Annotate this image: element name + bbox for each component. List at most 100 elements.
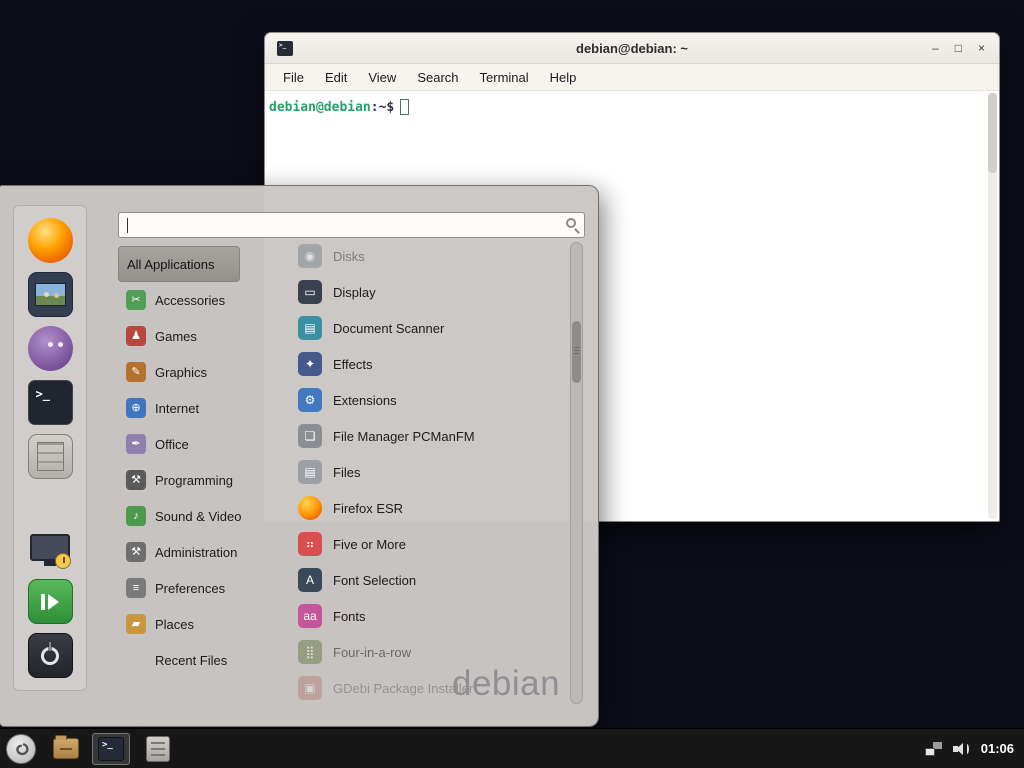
- window-controls: – □ ×: [932, 41, 999, 55]
- preferences-icon: ≡: [126, 578, 146, 598]
- gdebi-icon: ▣: [298, 676, 322, 700]
- app-item-extensions[interactable]: ⚙ Extensions: [288, 382, 568, 418]
- menu-launcher-button[interactable]: [6, 734, 36, 764]
- graphics-icon: ✎: [126, 362, 146, 382]
- menu-search[interactable]: Search: [417, 70, 458, 85]
- file-cabinet-icon[interactable]: [28, 434, 73, 479]
- search-bar: [118, 212, 585, 238]
- app-label: Disks: [333, 249, 365, 264]
- app-label: Extensions: [333, 393, 397, 408]
- shutdown-icon[interactable]: [28, 633, 73, 678]
- panel-clock[interactable]: 01:06: [981, 741, 1014, 756]
- category-label: Administration: [155, 545, 237, 560]
- apps-scrollbar[interactable]: [570, 242, 583, 704]
- volume-icon[interactable]: [953, 742, 970, 756]
- office-icon: ✒: [126, 434, 146, 454]
- terminal-app-icon: >_: [277, 41, 293, 56]
- app-item-files[interactable]: ▤ Files: [288, 454, 568, 490]
- app-item-display[interactable]: ▭ Display: [288, 274, 568, 310]
- app-label: Four-in-a-row: [333, 645, 411, 660]
- category-programming[interactable]: ⚒ Programming: [118, 462, 278, 498]
- app-item-file-manager-pcmanfm[interactable]: ❏ File Manager PCManFM: [288, 418, 568, 454]
- menu-file[interactable]: File: [283, 70, 304, 85]
- five-or-more-icon: ⠶: [298, 532, 322, 556]
- maximize-button[interactable]: □: [955, 41, 962, 55]
- panel-status-area: 01:06: [925, 741, 1024, 756]
- network-icon[interactable]: [925, 742, 942, 756]
- firefox-icon[interactable]: [28, 218, 73, 263]
- prompt-dollar: $: [386, 100, 394, 115]
- font-selection-icon: A: [298, 568, 322, 592]
- firefox-esr-icon: [298, 496, 322, 520]
- debian-swirl-icon: [12, 740, 30, 758]
- display-icon: ▭: [298, 280, 322, 304]
- terminal-scrollbar[interactable]: [988, 93, 997, 519]
- search-input[interactable]: [119, 213, 584, 237]
- app-item-disks[interactable]: ◉ Disks: [288, 238, 568, 274]
- file-manager-icon: ❏: [298, 424, 322, 448]
- category-administration[interactable]: ⚒ Administration: [118, 534, 278, 570]
- terminal-scrollbar-thumb[interactable]: [988, 93, 997, 173]
- terminal-cursor: [400, 99, 409, 115]
- administration-icon: ⚒: [126, 542, 146, 562]
- games-icon: ♟: [126, 326, 146, 346]
- terminal-taskbar-icon: >_: [98, 737, 124, 761]
- terminal-menubar: File Edit View Search Terminal Help: [265, 64, 999, 91]
- pidgin-icon-eyes-art: [48, 342, 53, 347]
- accessories-icon: ✂: [126, 290, 146, 310]
- terminal-prompt: debian@debian:~$: [269, 99, 985, 115]
- app-label: Files: [333, 465, 360, 480]
- app-item-font-selection[interactable]: A Font Selection: [288, 562, 568, 598]
- terminal-favorite-icon[interactable]: >_: [28, 380, 73, 425]
- terminal-title: debian@debian: ~: [265, 41, 999, 56]
- category-preferences[interactable]: ≡ Preferences: [118, 570, 278, 606]
- category-label: Programming: [155, 473, 233, 488]
- prompt-colon: :: [371, 100, 379, 115]
- terminal-titlebar[interactable]: >_ debian@debian: ~ – □ ×: [265, 33, 999, 64]
- menu-edit[interactable]: Edit: [325, 70, 347, 85]
- debian-watermark: debian: [452, 664, 560, 704]
- category-places[interactable]: ▰ Places: [118, 606, 278, 642]
- category-accessories[interactable]: ✂ Accessories: [118, 282, 278, 318]
- app-item-document-scanner[interactable]: ▤ Document Scanner: [288, 310, 568, 346]
- prompt-user-host: debian@debian: [269, 100, 371, 115]
- apps-scrollbar-thumb[interactable]: [572, 321, 581, 383]
- close-button[interactable]: ×: [978, 41, 985, 55]
- lock-screen-clock-art: [55, 553, 71, 569]
- file-cabinet-icon-art: [37, 442, 64, 471]
- category-label: Internet: [155, 401, 199, 416]
- category-all-applications[interactable]: All Applications: [118, 246, 240, 282]
- category-label: Games: [155, 329, 197, 344]
- image-viewer-icon[interactable]: [28, 272, 73, 317]
- menu-terminal[interactable]: Terminal: [480, 70, 529, 85]
- category-recent-files[interactable]: Recent Files: [118, 642, 278, 678]
- effects-icon: ✦: [298, 352, 322, 376]
- category-internet[interactable]: ⊕ Internet: [118, 390, 278, 426]
- file-manager-taskbar-icon[interactable]: [53, 738, 79, 759]
- category-label: Office: [155, 437, 189, 452]
- files-taskbar-icon[interactable]: [146, 736, 170, 762]
- terminal-taskbar-button[interactable]: >_: [92, 733, 130, 765]
- menu-help[interactable]: Help: [550, 70, 577, 85]
- app-label: Display: [333, 285, 376, 300]
- fonts-icon: aa: [298, 604, 322, 628]
- category-office[interactable]: ✒ Office: [118, 426, 278, 462]
- minimize-button[interactable]: –: [932, 41, 939, 55]
- volume-icon-wave-art: [965, 744, 969, 754]
- app-item-firefox-esr[interactable]: Firefox ESR: [288, 490, 568, 526]
- pidgin-icon[interactable]: [28, 326, 73, 371]
- places-icon: ▰: [126, 614, 146, 634]
- app-item-fonts[interactable]: aa Fonts: [288, 598, 568, 634]
- app-item-five-or-more[interactable]: ⠶ Five or More: [288, 526, 568, 562]
- logout-icon[interactable]: [28, 579, 73, 624]
- logout-icon-arrow-art: [48, 594, 59, 610]
- category-graphics[interactable]: ✎ Graphics: [118, 354, 278, 390]
- app-item-effects[interactable]: ✦ Effects: [288, 346, 568, 382]
- lock-screen-icon[interactable]: [28, 525, 73, 570]
- logout-icon-bar-art: [41, 594, 45, 610]
- category-sound-video[interactable]: ♪ Sound & Video: [118, 498, 278, 534]
- category-games[interactable]: ♟ Games: [118, 318, 278, 354]
- category-label: Places: [155, 617, 194, 632]
- menu-view[interactable]: View: [368, 70, 396, 85]
- app-label: Effects: [333, 357, 373, 372]
